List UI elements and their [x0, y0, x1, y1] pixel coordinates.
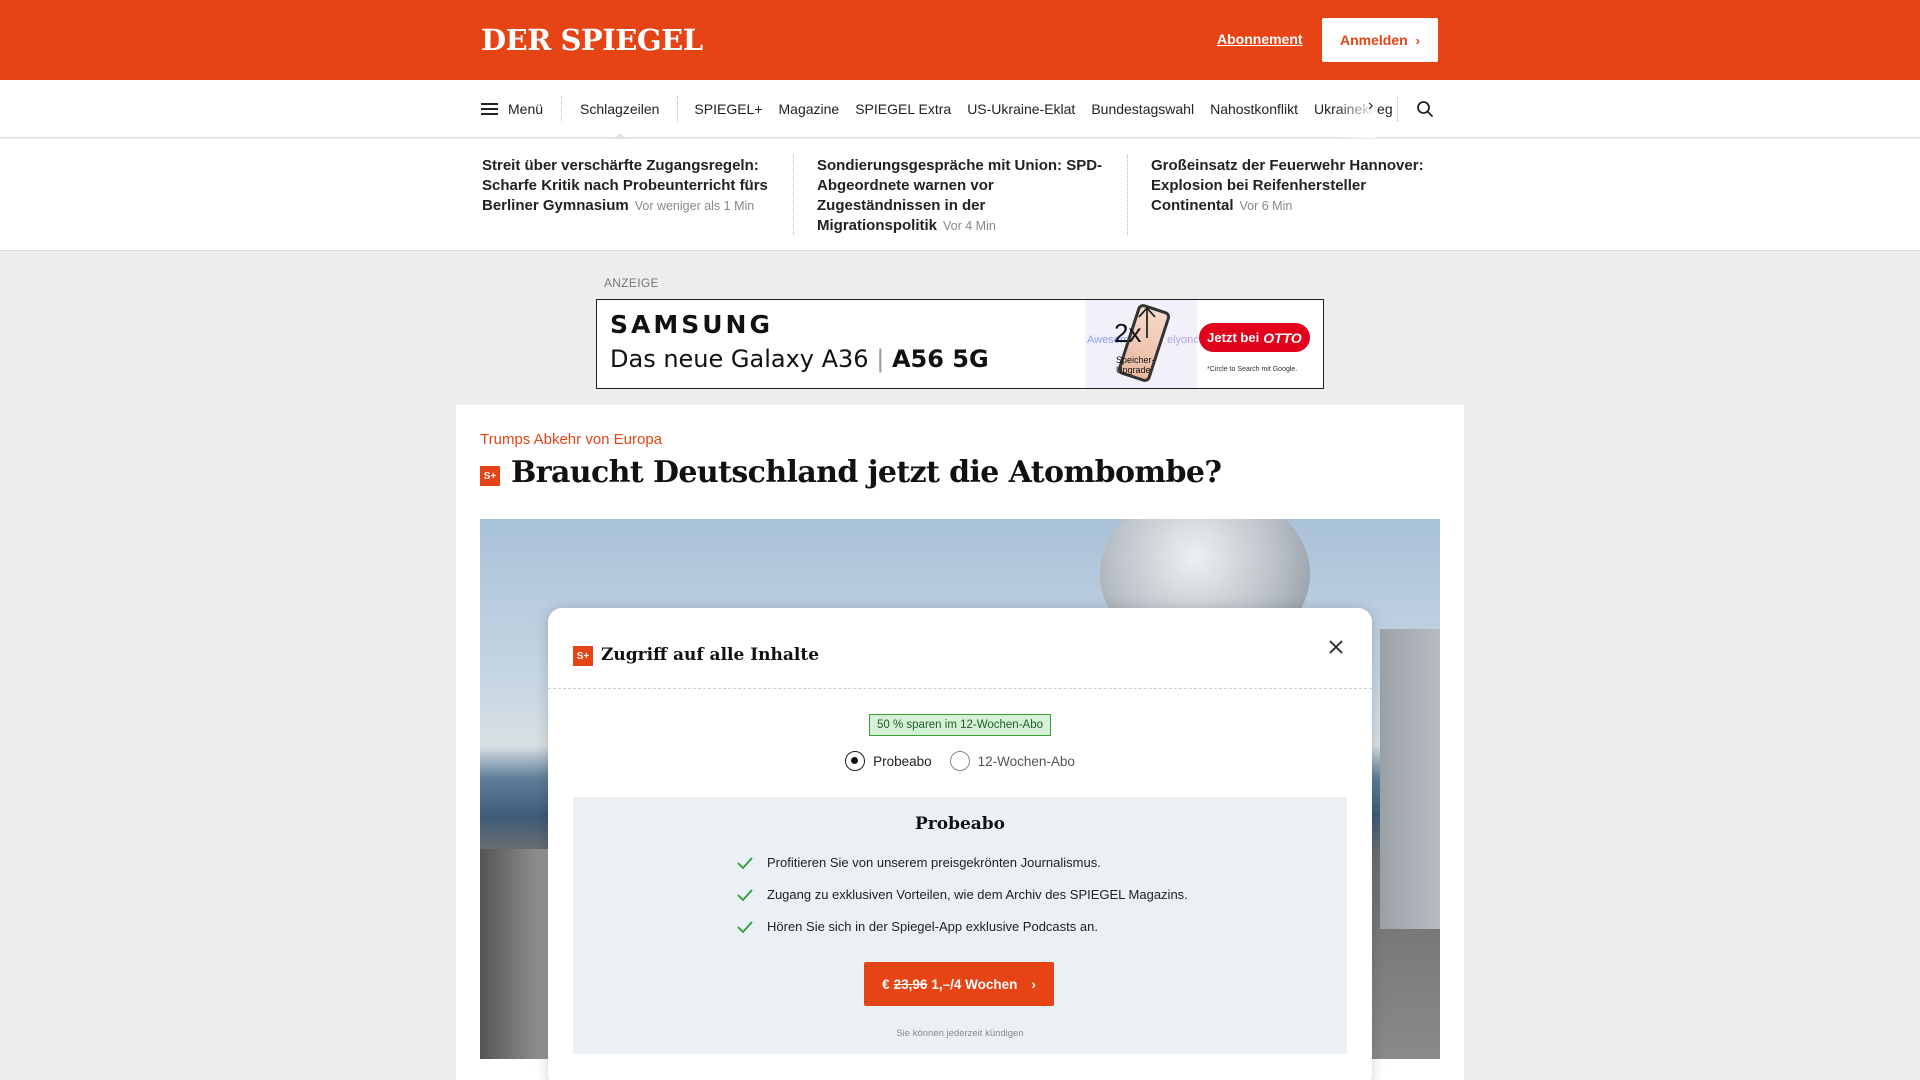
search-icon[interactable]	[1416, 100, 1434, 118]
check-icon	[737, 920, 753, 933]
plan-details-box: Probeabo Profitieren Sie von unserem pre…	[573, 797, 1347, 1054]
ad-product-b: A56 5G	[891, 345, 989, 373]
benefit-text: Hören Sie sich in der Spiegel-App exklus…	[767, 919, 1098, 934]
nav-item-magazine[interactable]: Magazine	[771, 101, 848, 117]
ad-upgrade-text: Speicher- Upgrade	[1116, 355, 1155, 375]
article-kicker[interactable]: Trumps Abkehr von Europa	[480, 431, 662, 448]
check-icon	[737, 888, 753, 901]
teaser-item[interactable]: Streit über verschärfte Zugangsregeln: S…	[482, 156, 778, 216]
radio-selected-indicator[interactable]	[845, 751, 866, 771]
chevron-right-icon: ›	[1031, 976, 1036, 992]
menu-button[interactable]: Menü	[481, 96, 563, 122]
cancel-note: Sie können jederzeit kündigen	[896, 1028, 1024, 1039]
ad-label: ANZEIGE	[604, 276, 659, 290]
ad-cta-button[interactable]: Jetzt bei OTTO	[1199, 323, 1310, 352]
nav-item-nahostkonflikt[interactable]: Nahostkonflikt	[1202, 101, 1306, 117]
radio-12-wochen-abo[interactable]: 12-Wochen-Abo	[949, 751, 1075, 771]
teaser-item[interactable]: Sondierungsgespräche mit Union: SPD-Abge…	[817, 156, 1113, 236]
modal-title: Zugriff auf alle Inhalte	[601, 645, 820, 665]
price-old: 23,96	[893, 976, 928, 992]
nav-items: Menü Schlagzeilen SPIEGEL+ Magazine SPIE…	[481, 80, 1401, 139]
benefit-item: Profitieren Sie von unserem preisgekrönt…	[737, 855, 1101, 870]
headline-teasers: Streit über verschärfte Zugangsregeln: S…	[0, 139, 1920, 251]
ad-product: Das neue Galaxy A36 | A56 5G	[610, 345, 989, 373]
benefit-item: Hören Sie sich in der Spiegel-App exklus…	[737, 919, 1098, 934]
benefit-text: Profitieren Sie von unserem preisgekrönt…	[767, 855, 1101, 870]
menu-label: Menü	[508, 101, 544, 117]
ad-cta-text: Jetzt bei	[1207, 330, 1260, 345]
teaser-time: Vor 4 Min	[943, 219, 996, 233]
benefit-text: Zugang zu exklusiven Vorteilen, wie dem …	[767, 887, 1188, 902]
spiegel-plus-badge-icon: S+	[573, 646, 593, 666]
subscribe-price-button[interactable]: € 23,96 1,–/4 Wochen ›	[864, 962, 1054, 1006]
plan-title: Probeabo	[914, 814, 1006, 834]
nav-item-spiegel-extra[interactable]: SPIEGEL Extra	[847, 101, 959, 117]
navigation-bar: Menü Schlagzeilen SPIEGEL+ Magazine SPIE…	[0, 80, 1920, 139]
teaser-divider	[1127, 155, 1128, 235]
benefit-item: Zugang zu exklusiven Vorteilen, wie dem …	[737, 887, 1188, 902]
teaser-time: Vor 6 Min	[1239, 199, 1293, 213]
ad-brand: SAMSUNG	[610, 310, 773, 339]
radio-probeabo[interactable]: Probeabo	[845, 751, 932, 771]
chevron-right-icon: ›	[1415, 32, 1421, 48]
radio-label: 12-Wochen-Abo	[977, 753, 1075, 769]
otto-logo: OTTO	[1263, 329, 1302, 346]
login-button-label: Anmelden	[1339, 32, 1408, 48]
ad-product-a: Das neue Galaxy A36	[610, 345, 869, 373]
savings-badge: 50 % sparen im 12-Wochen-Abo	[869, 714, 1051, 736]
ad-banner[interactable]: SAMSUNG Das neue Galaxy A36 | A56 5G Awe…	[596, 299, 1324, 389]
nav-item-bundestagswahl[interactable]: Bundestagswahl	[1083, 101, 1202, 117]
article-headline[interactable]: Braucht Deutschland jetzt die Atombombe?	[511, 455, 1222, 490]
modal-divider	[548, 688, 1372, 689]
paywall-modal: S+ Zugriff auf alle Inhalte 50 % sparen …	[548, 608, 1372, 1080]
ad-footnote: *Circle to Search mit Google.	[1207, 366, 1298, 373]
site-logo[interactable]: DER SPIEGEL	[481, 23, 703, 57]
photo-person	[480, 849, 550, 1059]
login-button[interactable]: Anmelden ›	[1322, 18, 1438, 62]
nav-item-us-ukraine-eklat[interactable]: US-Ukraine-Eklat	[959, 101, 1083, 117]
up-arrow-icon	[1138, 307, 1156, 338]
nav-item-spiegel-plus[interactable]: SPIEGEL+	[678, 101, 770, 117]
price-currency: €	[882, 976, 890, 992]
teaser-divider	[793, 155, 794, 235]
nav-divider	[1397, 97, 1398, 121]
plan-radio-group: Probeabo 12-Wochen-Abo	[548, 751, 1372, 771]
radio-label: Probeabo	[873, 753, 932, 769]
subscription-link[interactable]: Abonnement	[1217, 31, 1303, 47]
hamburger-icon	[481, 103, 498, 115]
check-icon	[737, 856, 753, 869]
top-bar: DER SPIEGEL Abonnement Anmelden ›	[0, 0, 1920, 80]
ad-upgrade-line2: Upgrade	[1116, 365, 1151, 375]
ad-upgrade-line1: Speicher-	[1116, 355, 1155, 365]
nav-scroll-chevron-right-icon[interactable]: ›	[1368, 97, 1373, 115]
price-new: 1,–/4 Wochen	[931, 976, 1018, 992]
close-icon[interactable]	[1326, 637, 1346, 657]
photo-jet	[1380, 629, 1440, 929]
nav-item-schlagzeilen[interactable]: Schlagzeilen	[562, 96, 679, 139]
teaser-item[interactable]: Großeinsatz der Feuerwehr Hannover: Expl…	[1151, 156, 1447, 216]
spiegel-plus-badge-icon: S+	[480, 466, 500, 486]
teaser-time: Vor weniger als 1 Min	[634, 199, 755, 213]
radio-unselected-indicator[interactable]	[949, 751, 970, 771]
